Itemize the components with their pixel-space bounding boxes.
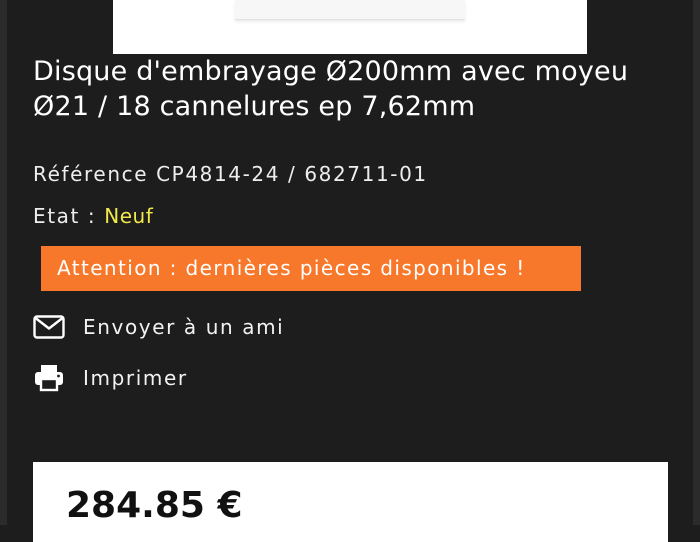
envelope-icon xyxy=(32,312,66,342)
product-price: 284.85 € xyxy=(66,485,243,526)
product-condition: Etat : Neuf xyxy=(33,204,153,228)
product-title-line-2: Ø21 / 18 cannelures ep 7,62mm xyxy=(33,91,476,122)
price-card: 284.85 € xyxy=(33,462,668,542)
stock-alert-badge: Attention : dernières pièces disponibles… xyxy=(41,246,581,291)
product-image[interactable] xyxy=(113,0,587,54)
reference-label: Référence xyxy=(33,162,149,186)
print-link[interactable]: Imprimer xyxy=(32,363,188,393)
reference-value: CP4814-24 / 682711-01 xyxy=(156,162,428,186)
condition-label: Etat : xyxy=(33,204,97,228)
product-reference: Référence CP4814-24 / 682711-01 xyxy=(33,162,428,186)
product-image-inner xyxy=(235,0,465,20)
condition-value: Neuf xyxy=(104,204,154,228)
left-border xyxy=(0,0,7,525)
product-title: Disque d'embrayage Ø200mm avec moyeu Ø21… xyxy=(33,54,673,124)
product-title-line-1: Disque d'embrayage Ø200mm avec moyeu xyxy=(33,56,629,87)
right-border xyxy=(693,0,700,525)
print-label: Imprimer xyxy=(83,366,188,390)
send-to-friend-link[interactable]: Envoyer à un ami xyxy=(32,312,284,342)
send-to-friend-label: Envoyer à un ami xyxy=(83,315,285,339)
printer-icon xyxy=(32,363,66,393)
